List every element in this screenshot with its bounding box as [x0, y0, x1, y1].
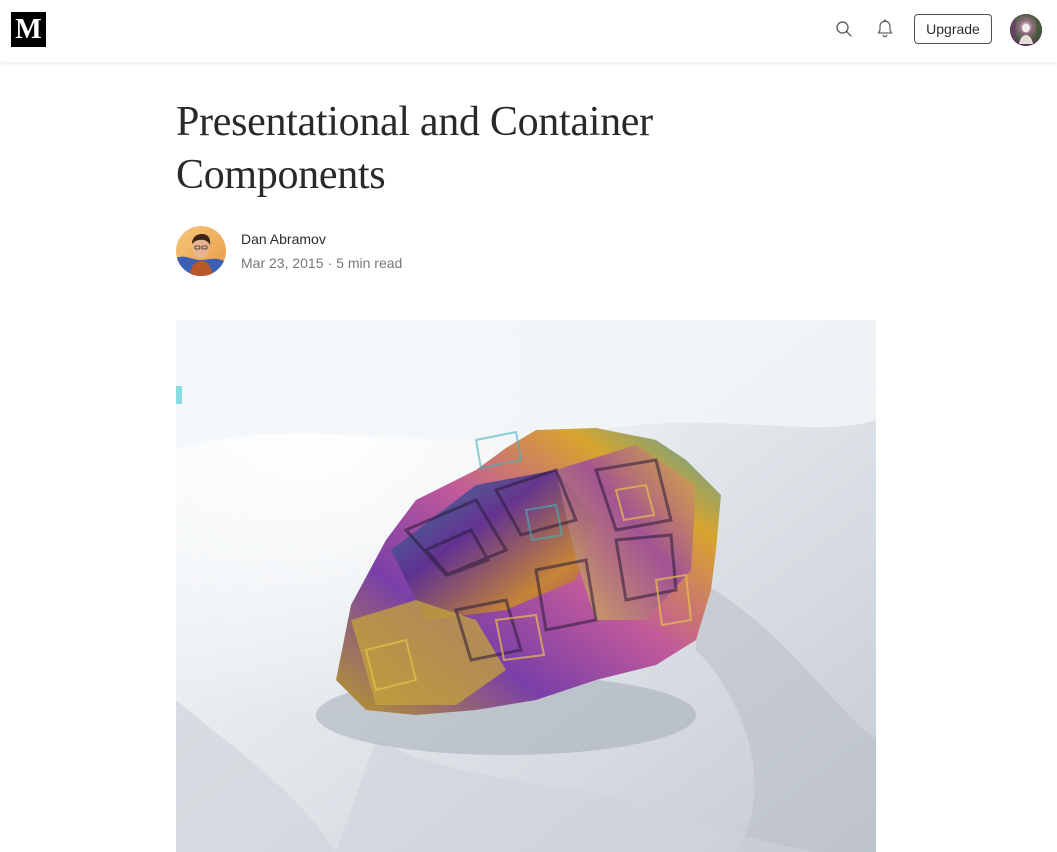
medium-logo[interactable]: M	[11, 12, 46, 47]
hero-image	[176, 320, 876, 852]
bismuth-crystal-photo	[176, 320, 876, 852]
bell-icon	[877, 19, 893, 38]
search-button[interactable]	[832, 17, 856, 41]
upgrade-button[interactable]: Upgrade	[914, 14, 992, 44]
logo-letter: M	[15, 14, 42, 45]
notifications-button[interactable]	[873, 17, 897, 41]
top-navigation-bar: M Upgrade	[0, 0, 1057, 62]
author-name[interactable]: Dan Abramov	[241, 231, 326, 247]
article-title: Presentational and Container Components	[176, 99, 653, 198]
author-avatar-image	[176, 226, 226, 276]
search-icon	[836, 21, 852, 37]
user-avatar-image	[1010, 14, 1042, 46]
article-meta: Mar 23, 2015 · 5 min read	[241, 255, 402, 271]
author-avatar[interactable]	[176, 226, 226, 276]
publish-date: Mar 23, 2015	[241, 255, 324, 271]
meta-separator: ·	[327, 255, 333, 271]
read-time: 5 min read	[336, 255, 403, 271]
user-avatar[interactable]	[1010, 14, 1042, 46]
